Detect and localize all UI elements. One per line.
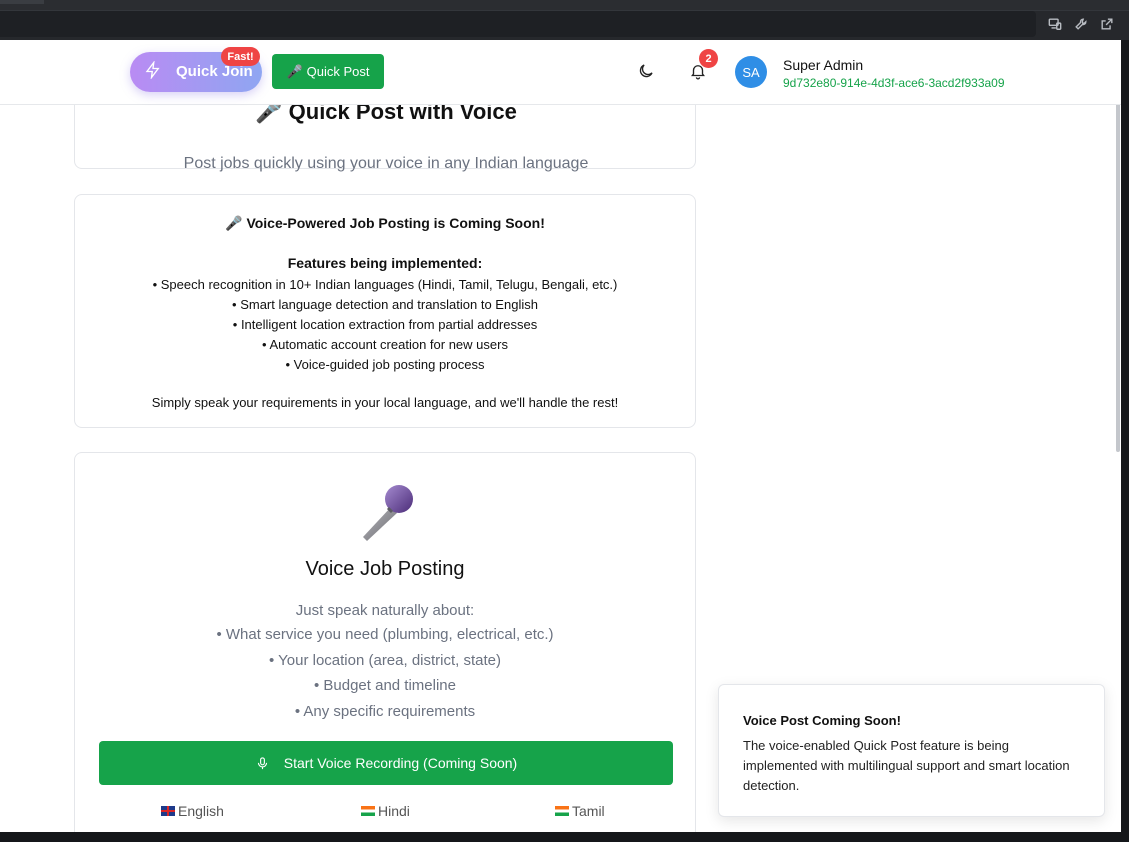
- user-name: Super Admin: [783, 57, 864, 73]
- wrench-icon[interactable]: [1073, 16, 1089, 32]
- coming-soon-title: Voice-Powered Job Posting is Coming Soon…: [246, 215, 545, 231]
- india-flag-icon: [555, 806, 569, 816]
- speak-item: • Budget and timeline: [313, 677, 456, 694]
- language-label: English: [178, 803, 224, 819]
- quick-post-label: Quick Post: [306, 64, 370, 79]
- intro-subtitle: Post jobs quickly using your voice in an…: [183, 155, 589, 172]
- browser-toolbar: [0, 10, 1129, 41]
- window-bottom-edge: [0, 832, 1129, 842]
- microphone-icon: [257, 756, 267, 769]
- features-heading: Features being implemented:: [287, 255, 483, 271]
- uk-flag-icon: [161, 806, 175, 816]
- speak-list: • What service you need (plumbing, elect…: [75, 622, 695, 724]
- quick-post-button[interactable]: 🎤 Quick Post: [272, 54, 384, 89]
- top-header: Quick Join Fast! 🎤 Quick Post 2 SA Super…: [0, 40, 1121, 105]
- feature-item: • Voice-guided job posting process: [285, 357, 485, 372]
- microphone-icon: [355, 481, 419, 545]
- coming-soon-footer: Simply speak your requirements in your l…: [151, 395, 619, 410]
- india-flag-icon: [361, 806, 375, 816]
- feature-item: • Smart language detection and translati…: [232, 297, 538, 312]
- avatar[interactable]: SA: [735, 56, 767, 88]
- address-bar[interactable]: [0, 11, 1036, 37]
- speak-item: • Your location (area, district, state): [268, 651, 502, 669]
- browser-top-strip: [0, 0, 1129, 10]
- coming-soon-card: 🎤 Voice-Powered Job Posting is Coming So…: [74, 194, 696, 428]
- microphone-icon: 🎤: [225, 215, 247, 231]
- toast-title: Voice Post Coming Soon!: [743, 713, 901, 728]
- voice-card-title: Voice Job Posting: [305, 558, 465, 580]
- bolt-icon: [144, 60, 162, 80]
- devices-icon[interactable]: [1047, 16, 1063, 32]
- voice-posting-card: Voice Job Posting Just speak naturally a…: [74, 452, 696, 832]
- feature-item: • Speech recognition in 10+ Indian langu…: [152, 277, 618, 292]
- speak-heading: Just speak naturally about:: [295, 602, 475, 619]
- start-voice-recording-button[interactable]: Start Voice Recording (Coming Soon): [99, 741, 673, 785]
- record-button-label: Start Voice Recording (Coming Soon): [283, 755, 518, 771]
- moon-icon[interactable]: [637, 62, 657, 82]
- speak-item: • What service you need (plumbing, elect…: [216, 626, 554, 643]
- language-option-tamil[interactable]: Tamil: [555, 803, 605, 819]
- coming-soon-title-row: 🎤 Voice-Powered Job Posting is Coming So…: [75, 215, 695, 232]
- microphone-icon: 🎤: [286, 63, 303, 79]
- language-label: Hindi: [378, 803, 410, 819]
- language-option-hindi[interactable]: Hindi: [361, 803, 410, 819]
- speak-item: • Any specific requirements: [294, 702, 476, 720]
- feature-item: • Intelligent location extraction from p…: [232, 317, 538, 332]
- notification-count-badge: 2: [699, 49, 718, 68]
- features-list: • Speech recognition in 10+ Indian langu…: [75, 275, 695, 375]
- toast-body: The voice-enabled Quick Post feature is …: [743, 738, 1070, 793]
- page-viewport: 🎤 Quick Post with Voice Post jobs quickl…: [0, 40, 1121, 832]
- user-id: 9d732e80-914e-4d3f-ace6-3acd2f933a09: [783, 76, 1005, 90]
- window-edge: [1121, 40, 1129, 832]
- language-label: Tamil: [572, 803, 605, 819]
- external-link-icon[interactable]: [1099, 16, 1115, 32]
- page-scrollbar[interactable]: [1116, 52, 1120, 452]
- toast-notification[interactable]: Voice Post Coming Soon! The voice-enable…: [718, 684, 1105, 817]
- feature-item: • Automatic account creation for new use…: [262, 337, 508, 352]
- fast-badge: Fast!: [221, 47, 260, 66]
- language-option-english[interactable]: English: [161, 803, 224, 819]
